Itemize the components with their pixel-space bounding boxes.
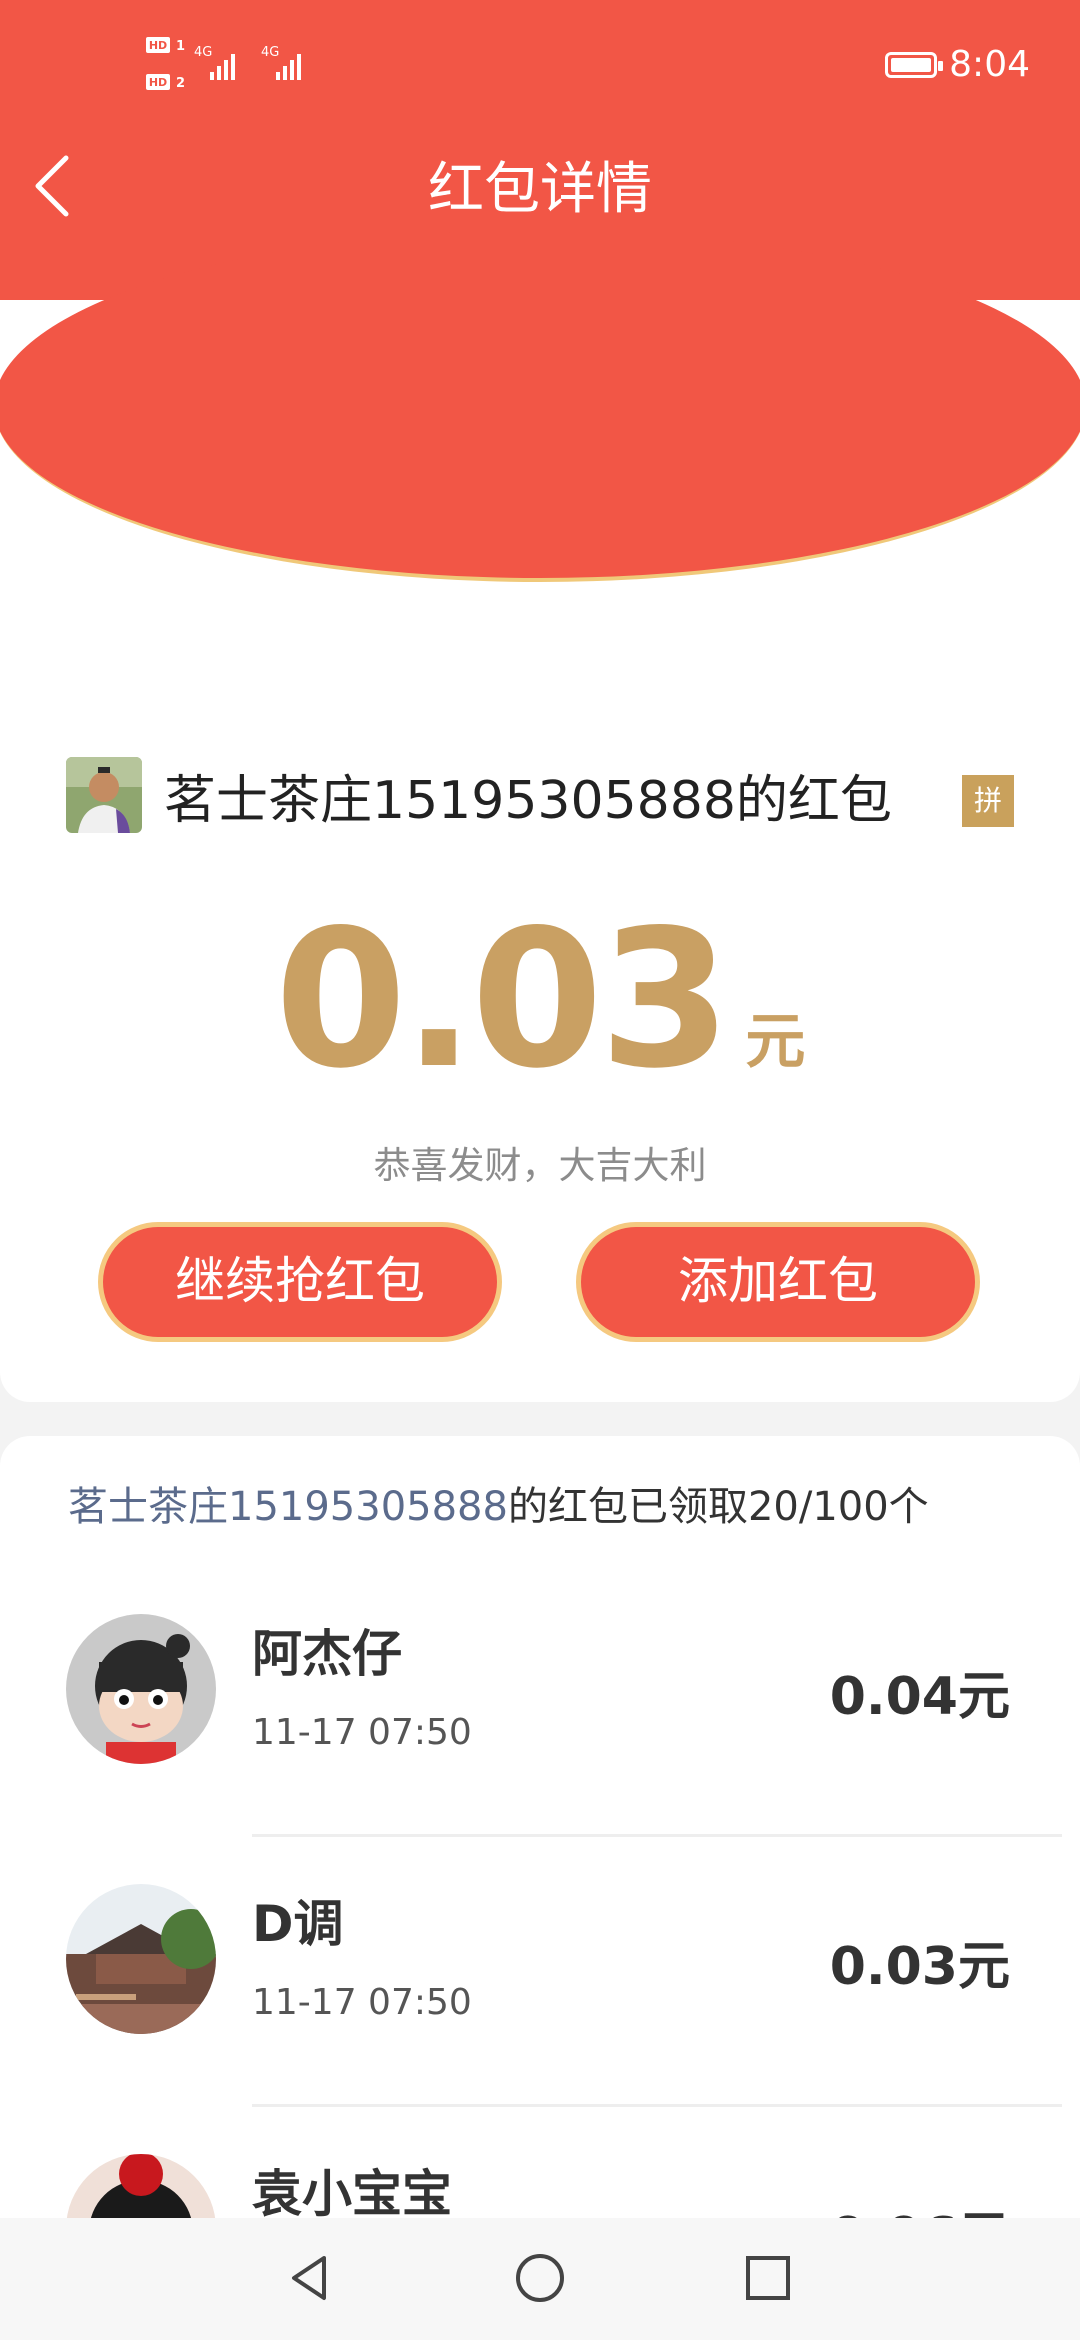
claim-time: 11-17 07:50 (252, 1982, 472, 2023)
sender-link[interactable]: 茗士茶庄15195305888 (68, 1484, 508, 1530)
avatar[interactable] (66, 1884, 216, 2034)
svg-text:4G: 4G (261, 45, 279, 60)
sender-row: 茗士茶庄15195305888的红包 拼 (66, 755, 1026, 835)
claimed-summary-text: 的红包已领取20/100个 (507, 1484, 929, 1530)
claimer-name: 阿杰仔 (252, 1625, 402, 1683)
divider (252, 2104, 1062, 2107)
claimer-name: 袁小宝宝 (252, 2165, 452, 2223)
claim-amount: 0.04元 (829, 1667, 1010, 1727)
sender-title: 茗士茶庄15195305888的红包 (164, 770, 892, 831)
claim-time: 11-17 07:50 (252, 1712, 472, 1753)
header-curve (0, 230, 1080, 582)
claim-amount: 0.03元 (829, 1937, 1010, 1997)
back-triangle-icon[interactable] (280, 2248, 340, 2308)
home-circle-icon[interactable] (510, 2248, 570, 2308)
battery-icon (885, 52, 943, 78)
pin-badge: 拼 (962, 775, 1014, 827)
status-bar: HD 1 HD 2 4G 4G 8:04 (0, 0, 1080, 130)
avatar[interactable] (66, 1614, 216, 1764)
amount-unit: 元 (745, 1007, 806, 1077)
svg-text:HD: HD (149, 76, 167, 89)
continue-grab-button[interactable]: 继续抢红包 (98, 1222, 502, 1342)
claimed-summary: 茗士茶庄15195305888的红包已领取20/100个 (68, 1474, 929, 1532)
claimed-list-card: 茗士茶庄15195305888的红包已领取20/100个 阿杰仔 11-17 0… (0, 1436, 1080, 2340)
navigation-bar (0, 2218, 1080, 2340)
claimer-name: D调 (252, 1895, 344, 1953)
amount-display: 0.03 元 (0, 889, 1080, 1110)
signal-icon: HD 1 HD 2 4G 4G (146, 37, 301, 91)
blessing-text: 恭喜发财，大吉大利 (373, 1144, 707, 1187)
recents-square-icon[interactable] (738, 2248, 798, 2308)
divider (252, 1834, 1062, 1837)
list-item[interactable]: 阿杰仔 11-17 07:50 0.04元 (0, 1614, 1080, 1884)
sender-avatar[interactable] (66, 757, 142, 833)
svg-text:1: 1 (176, 39, 185, 54)
page-title: 红包详情 (428, 157, 652, 222)
status-time: 8:04 (949, 44, 1030, 85)
red-packet-detail-page: HD 1 HD 2 4G 4G 8:04 红包详情 茗士茶庄1519530588… (0, 0, 1080, 2340)
svg-text:4G: 4G (194, 45, 212, 60)
list-item[interactable]: D调 11-17 07:50 0.03元 (0, 1884, 1080, 2154)
svg-text:HD: HD (149, 39, 167, 52)
amount-value: 0.03 (274, 889, 732, 1110)
add-red-packet-button[interactable]: 添加红包 (576, 1222, 980, 1342)
svg-text:2: 2 (176, 76, 185, 91)
